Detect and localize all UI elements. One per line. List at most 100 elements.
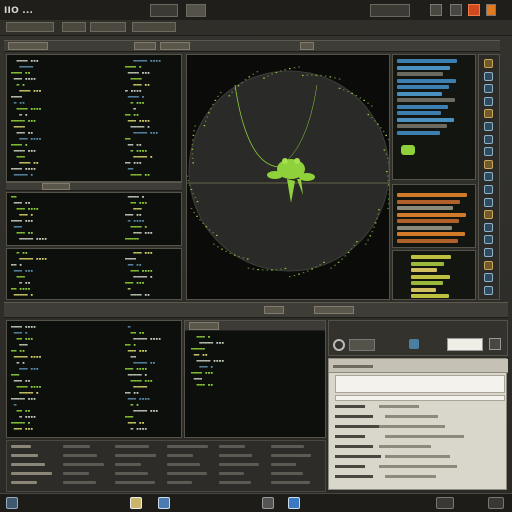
radar-dot xyxy=(257,269,259,271)
tool-icon[interactable] xyxy=(484,260,493,270)
tool-icon[interactable] xyxy=(484,84,493,94)
code-listing: ▬ ▪▪ ▬▬▬▬▬ ▪▪▪▪ ▬▬ ▪ ▬▬▬ ▪▪▪ ▬▬▬ ▬ ▪▪ ▬▬… xyxy=(11,251,47,298)
network-icon[interactable] xyxy=(288,497,300,509)
radar-dot xyxy=(284,267,287,270)
radar-dot xyxy=(204,120,207,122)
home-icon[interactable] xyxy=(6,497,18,509)
log-panel[interactable] xyxy=(392,184,476,248)
list-item xyxy=(397,98,455,102)
legend-panel[interactable] xyxy=(392,250,476,300)
dialog-search-input[interactable] xyxy=(447,338,483,351)
toolbar-button-2[interactable] xyxy=(62,22,86,32)
tool-icon[interactable] xyxy=(484,273,493,283)
radar-dot xyxy=(364,243,367,245)
list-item xyxy=(397,130,440,135)
tool-icon[interactable] xyxy=(484,248,493,257)
radar-dot xyxy=(343,89,345,91)
tab-output[interactable] xyxy=(134,42,156,50)
tool-icon[interactable] xyxy=(484,210,493,220)
volume-icon[interactable] xyxy=(436,497,454,509)
clock-icon[interactable] xyxy=(488,497,504,509)
maximize-icon[interactable] xyxy=(450,4,462,16)
inspector-panel[interactable]: ▬▬▬ ▪ ▬▬▬▬▬ ▪▪▪ ▬▬▬▬▬ ▬▬ ▪▪ ▬▬▬▬▬ ▪▪▪▪ ▬… xyxy=(184,320,326,438)
dialog-action-button[interactable] xyxy=(349,339,375,351)
close-icon[interactable] xyxy=(468,4,480,16)
tool-icon[interactable] xyxy=(484,222,493,232)
radar-dot xyxy=(256,71,259,73)
radar-dot xyxy=(225,250,227,252)
tool-icon[interactable] xyxy=(484,285,493,295)
radar-dot xyxy=(369,235,372,237)
code-listing: ▬▬▬▬ ▪▪▪▪ ▬▬▬ ▪ ▬▬ ▪▪▪ ▬▬▬ ▬▬ ▪▪ ▬▬▬▬▬ ▪… xyxy=(11,325,42,432)
table-cell xyxy=(219,445,245,448)
chat-icon[interactable] xyxy=(409,339,419,349)
toolbar-button-1[interactable] xyxy=(6,22,54,32)
table-cell xyxy=(167,481,192,484)
radar-dot xyxy=(193,130,195,132)
tool-icon[interactable] xyxy=(484,71,493,81)
radar-dot xyxy=(217,246,219,248)
title-menu-button[interactable] xyxy=(150,4,178,17)
radar-dot xyxy=(380,127,382,129)
panel-header-strip xyxy=(4,40,500,52)
radar-panel[interactable] xyxy=(186,54,390,300)
code-panel-middle[interactable]: ▬▬ ▬▬▬ ▪▪ ▬▬▬ ▪▪▪▪ ▬▬▬ ▪ ▬▬▬▬ ▪▪▪ ▬▬▬ ▬▬… xyxy=(6,192,182,246)
table-cell xyxy=(271,472,303,475)
folder-icon[interactable] xyxy=(130,497,142,509)
bottom-table[interactable] xyxy=(6,440,326,492)
minimize-icon[interactable] xyxy=(430,4,442,16)
tab-editor[interactable] xyxy=(8,42,48,50)
tab-files[interactable] xyxy=(42,183,70,190)
tab-inspector[interactable] xyxy=(189,322,219,330)
tool-icon[interactable] xyxy=(484,185,493,194)
data-list-panel[interactable] xyxy=(392,54,476,180)
tab-view[interactable] xyxy=(300,42,314,50)
code-panel-top[interactable]: ▬▬▬▬ ▪▪▪ ▬▬▬▬▬ ▬▬▬▬ ▪▪ ▬▬▬ ▪▪▪▪ ▬ ▪ ▬▬▬▬… xyxy=(6,54,182,182)
list-item xyxy=(397,232,465,236)
radar-dot xyxy=(275,71,278,74)
list-item xyxy=(397,193,467,197)
tool-icon[interactable] xyxy=(484,235,493,245)
radar-dot xyxy=(371,105,373,107)
radar-dot xyxy=(191,153,194,155)
browser-icon[interactable] xyxy=(158,497,170,509)
status-bar xyxy=(0,493,512,512)
title-profile-button[interactable] xyxy=(370,4,410,17)
toolbar-button-3[interactable] xyxy=(90,22,126,32)
tab-debug[interactable] xyxy=(160,42,190,50)
tool-icon[interactable] xyxy=(484,59,493,68)
radar-dot xyxy=(347,251,350,254)
tab-properties[interactable] xyxy=(314,306,354,314)
list-item xyxy=(397,225,452,230)
dialog-toolbar xyxy=(328,320,508,356)
radar-dot xyxy=(194,125,196,127)
code-panel-bottom[interactable]: ▬▬▬▬ ▪▪▪▪ ▬▬▬ ▪ ▬▬ ▪▪▪ ▬▬▬ ▬▬ ▪▪ ▬▬▬▬▬ ▪… xyxy=(6,320,182,438)
dialog-menu-icon[interactable] xyxy=(489,338,501,350)
radar-dot xyxy=(387,138,389,141)
toolbar-button-4[interactable] xyxy=(132,22,176,32)
radar-dot xyxy=(374,222,377,224)
tool-icon[interactable] xyxy=(484,122,493,131)
tool-icon[interactable] xyxy=(484,147,493,157)
dialog-input[interactable] xyxy=(335,395,505,401)
radar-dot xyxy=(252,268,255,270)
refresh-icon[interactable] xyxy=(333,339,345,351)
settings-icon[interactable] xyxy=(262,497,274,509)
table-cell xyxy=(115,463,141,466)
tool-icon[interactable] xyxy=(484,96,493,106)
tool-icon[interactable] xyxy=(484,159,493,169)
dialog-input[interactable] xyxy=(335,375,505,393)
tool-icon[interactable] xyxy=(484,197,493,207)
code-listing: ▬▬▬▬▬ ▪▪▪▪ ▬▬▬▬ ▪ ▬▬▬▬ ▪▪▪ ▬▬▬▬ ▬▬▬ ▪▪ ▬… xyxy=(125,59,161,178)
code-panel-lower[interactable]: ▬ ▪▪ ▬▬▬▬▬ ▪▪▪▪ ▬▬ ▪ ▬▬▬ ▪▪▪ ▬▬▬ ▬ ▪▪ ▬▬… xyxy=(6,248,182,300)
notification-icon[interactable] xyxy=(486,4,496,16)
radar-dot xyxy=(298,273,300,275)
tool-icon[interactable] xyxy=(484,172,493,182)
radar-dot xyxy=(196,215,198,217)
title-mode-button[interactable] xyxy=(186,4,206,17)
properties-dialog[interactable] xyxy=(328,358,508,490)
tool-icon[interactable] xyxy=(484,109,493,119)
radar-dot xyxy=(212,103,214,106)
tool-icon[interactable] xyxy=(484,134,493,144)
tab-center[interactable] xyxy=(264,306,284,314)
